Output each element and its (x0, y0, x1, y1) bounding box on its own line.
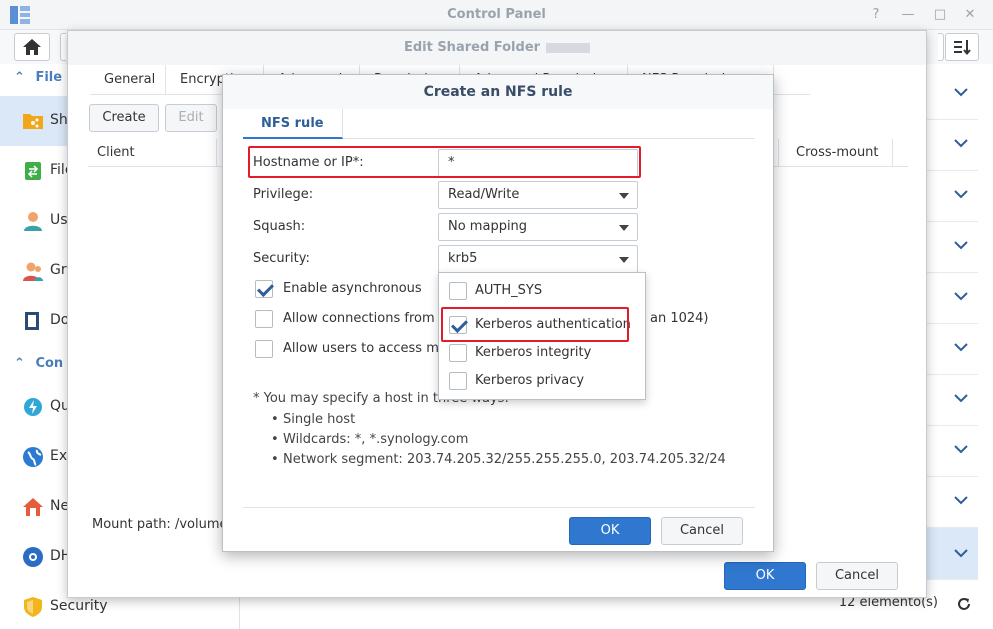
help-icon[interactable]: ? (867, 6, 885, 24)
bullet-network-segment: Network segment: 203.74.205.32/255.255.2… (271, 452, 726, 467)
privilege-select[interactable]: Read/Write (438, 181, 638, 209)
sidebar-section-connectivity[interactable]: ⌃ Con (14, 356, 63, 371)
allow-users-label: Allow users to access mou (283, 341, 456, 356)
tab-general[interactable]: General (90, 65, 166, 95)
security-select[interactable]: krb5 (438, 245, 638, 273)
enable-async-checkbox[interactable] (255, 280, 273, 298)
column-cross-mount[interactable]: Cross-mount (796, 145, 879, 160)
security-label: Security: (253, 251, 310, 266)
mount-path: Mount path: /volume: (92, 517, 232, 532)
allow-connections-checkbox[interactable] (255, 310, 273, 328)
option-auth-sys[interactable]: AUTH_SYS (439, 277, 645, 305)
maximize-icon[interactable]: □ (931, 6, 949, 24)
ok-button[interactable]: OK (724, 562, 806, 590)
nfs-cancel-button[interactable]: Cancel (661, 517, 743, 545)
chevron-down-icon[interactable] (952, 83, 970, 101)
globe-icon (23, 447, 43, 467)
column-divider (216, 139, 217, 167)
bullet-single-host: Single host (271, 412, 355, 427)
kerberos-integrity-checkbox[interactable] (449, 344, 467, 362)
group-icon (23, 262, 43, 281)
home-button[interactable] (14, 33, 50, 61)
chevron-down-icon[interactable] (952, 389, 970, 407)
control-panel-titlebar: Control Panel ? — □ ✕ (0, 0, 993, 30)
auth-sys-checkbox[interactable] (449, 282, 467, 300)
chevron-down-icon[interactable] (952, 134, 970, 152)
bullet-wildcards: Wildcards: *, *.synology.com (271, 432, 468, 447)
home-icon (23, 39, 41, 55)
edit-button[interactable]: Edit (165, 104, 217, 132)
create-button[interactable]: Create (89, 104, 159, 132)
domain-icon (25, 312, 39, 330)
allow-connections-label: Allow connections from no (283, 311, 455, 326)
option-kerberos-privacy[interactable]: Kerberos privacy (439, 367, 645, 395)
enable-async-label: Enable asynchronous (283, 281, 422, 296)
collapse-icon: ⌃ (14, 70, 25, 85)
collapse-icon: ⌃ (14, 356, 25, 371)
network-home-icon (23, 498, 43, 516)
hostname-highlight (248, 146, 641, 178)
search-field-edge-right[interactable] (938, 33, 944, 61)
kerberos-privacy-checkbox[interactable] (449, 372, 467, 390)
column-divider (892, 139, 893, 167)
close-icon[interactable]: ✕ (961, 6, 979, 24)
nfs-ok-button[interactable]: OK (569, 517, 651, 545)
nfs-rule-tabbar: NFS rule (243, 109, 755, 139)
user-icon (24, 212, 42, 231)
file-services-icon (25, 162, 41, 180)
kerberos-authentication-highlight (441, 307, 629, 342)
chevron-down-icon[interactable] (952, 491, 970, 509)
sidebar-section-file[interactable]: ⌃ File (14, 70, 62, 85)
sort-icon (954, 40, 971, 56)
squash-select[interactable]: No mapping (438, 213, 638, 241)
dropdown-arrow-icon (619, 193, 629, 199)
dialog-footer-divider (243, 507, 755, 508)
dropdown-arrow-icon (619, 257, 629, 263)
chevron-down-icon[interactable] (952, 338, 970, 356)
chevron-down-icon[interactable] (952, 287, 970, 305)
allow-users-checkbox[interactable] (255, 340, 273, 358)
window-title: Control Panel (447, 7, 546, 22)
shared-folder-icon (23, 114, 43, 129)
shield-icon (24, 597, 42, 617)
search-field-edge[interactable] (60, 33, 66, 61)
dialog-title: Create an NFS rule (223, 75, 773, 109)
quickconnect-icon (24, 398, 42, 416)
sort-button[interactable] (945, 33, 979, 61)
dropdown-arrow-icon (619, 225, 629, 231)
edit-shared-folder-title: Edit Shared Folder (68, 31, 926, 65)
tab-nfs-rule[interactable]: NFS rule (243, 109, 343, 139)
refresh-icon[interactable] (956, 596, 972, 612)
redacted-folder-name (546, 42, 591, 53)
chevron-down-icon[interactable] (952, 236, 970, 254)
privilege-label: Privilege: (253, 187, 314, 202)
chevron-down-icon[interactable] (952, 544, 970, 562)
minimize-icon[interactable]: — (899, 6, 917, 24)
chevron-down-icon[interactable] (952, 440, 970, 458)
column-divider (778, 139, 779, 167)
dhcp-icon (23, 547, 43, 567)
chevron-down-icon[interactable] (952, 185, 970, 203)
allow-connections-label-end: an 1024) (650, 311, 709, 326)
cancel-button[interactable]: Cancel (816, 562, 898, 590)
column-client[interactable]: Client (97, 145, 135, 160)
squash-label: Squash: (253, 219, 306, 234)
option-kerberos-integrity[interactable]: Kerberos integrity (439, 339, 645, 367)
